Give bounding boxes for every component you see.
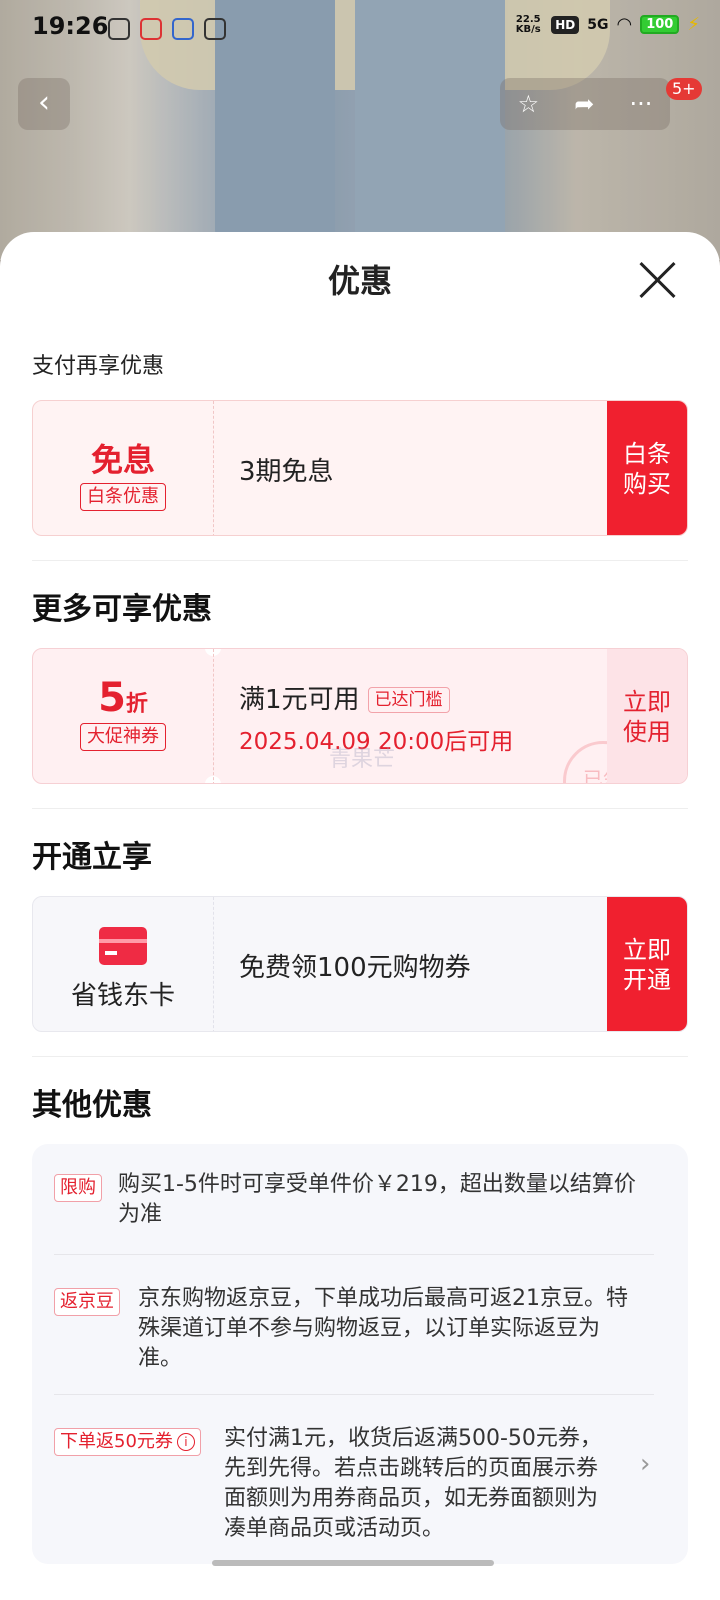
star-icon[interactable]: ☆ [518, 90, 540, 118]
open-section-heading: 开通立享 [32, 840, 152, 875]
discount-unit: 折 [125, 692, 148, 717]
installment-text: 3期免息 [239, 456, 334, 487]
divider [32, 1056, 688, 1057]
coupon-return-tag: 下单返50元券 i [54, 1428, 201, 1456]
back-button[interactable]: ‹ [18, 78, 70, 130]
close-button[interactable] [638, 260, 678, 300]
item-divider [54, 1394, 654, 1395]
savings-card-name: 省钱东卡 [70, 981, 175, 1011]
use-now-button[interactable]: 立即 使用 [607, 649, 687, 783]
divider [32, 560, 688, 561]
discount-value: 5折 [33, 675, 213, 721]
coupon-tag: 大促神券 [80, 723, 166, 751]
limit-text: 购买1-5件时可享受单件价￥219，超出数量以结算价为准 [118, 1172, 636, 1227]
status-bar: 19:26 22.5 KB/s HD 5G ◠ 100 ⚡ [0, 0, 720, 56]
network-speed: 22.5 KB/s [515, 13, 541, 35]
savings-mid: 免费领100元购物券 [239, 897, 471, 1031]
share-icon[interactable]: ➦ [574, 90, 594, 118]
list-item[interactable]: 下单返50元券 i 实付满1元，收货后返满500-50元券，先到先得。若点击跳转后… [54, 1424, 654, 1544]
baitiao-buy-button[interactable]: 白条 购买 [607, 401, 687, 535]
watermark: 青果芒 [329, 747, 396, 772]
other-section-heading: 其他优惠 [32, 1088, 152, 1123]
hd-icon: HD [551, 15, 580, 34]
open-now-button[interactable]: 立即 开通 [607, 897, 687, 1031]
home-indicator[interactable] [212, 1560, 494, 1566]
jingdou-tag: 返京豆 [54, 1288, 120, 1316]
discount-sheet: 优惠 支付再享优惠 免息 白条优惠 3期免息 白条 购买 更多可享优惠 5折 大… [0, 232, 720, 1600]
status-time: 19:26 [32, 12, 109, 40]
more-button[interactable]: ··· [630, 90, 653, 118]
wechat-icon [108, 18, 130, 40]
coupon-condition-text: 满1元可用 [239, 684, 360, 715]
link-icon [204, 18, 226, 40]
coupon-return-text: 实付满1元，收货后返满500-50元券，先到先得。若点击跳转后的页面展示券面额则… [224, 1426, 602, 1541]
savings-offer: 免费领100元购物券 [239, 952, 471, 983]
message-badge: 5+ [666, 78, 702, 100]
baitiao-buy-label: 白条 购买 [623, 440, 671, 498]
baitiao-mid: 3期免息 [239, 401, 334, 535]
chevron-left-icon: ‹ [38, 85, 50, 120]
battery-icon: 100 [640, 15, 680, 34]
coupon-left: 5折 大促神券 [33, 649, 214, 783]
notification-icons [108, 18, 226, 40]
more-section-heading: 更多可享优惠 [32, 592, 212, 627]
baitiao-tag: 白条优惠 [80, 483, 166, 511]
signal-5g-icon: 5G [587, 16, 609, 33]
app-icon [172, 18, 194, 40]
savings-left: 省钱东卡 [33, 897, 214, 1031]
limit-tag: 限购 [54, 1174, 102, 1202]
top-actions: ☆ ➦ ··· [500, 78, 670, 130]
item-divider [54, 1254, 654, 1255]
info-icon[interactable]: i [176, 1433, 195, 1451]
credit-card-icon [99, 927, 147, 965]
pay-section-label: 支付再享优惠 [32, 354, 165, 379]
jingdou-text: 京东购物返京豆，下单成功后最高可返21京豆。特殊渠道订单不参与购物返豆，以订单实… [138, 1286, 628, 1371]
baitiao-left: 免息 白条优惠 [33, 401, 214, 535]
wifi-icon: ◠ [616, 14, 633, 35]
threshold-met-tag: 已达门槛 [367, 687, 450, 713]
discount-number: 5 [98, 675, 126, 721]
taobao-icon [140, 18, 162, 40]
savings-card[interactable]: 省钱东卡 免费领100元购物券 立即 开通 [32, 896, 688, 1032]
status-right: 22.5 KB/s HD 5G ◠ 100 ⚡ [513, 14, 700, 35]
list-item: 限购 购买1-5件时可享受单件价￥219，超出数量以结算价为准 [54, 1170, 654, 1230]
charging-icon: ⚡ [687, 14, 700, 35]
other-offers-box: 限购 购买1-5件时可享受单件价￥219，超出数量以结算价为准 返京豆 京东购物… [32, 1144, 688, 1564]
free-interest-title: 免息 [90, 441, 155, 479]
list-item: 返京豆 京东购物返京豆，下单成功后最高可返21京豆。特殊渠道订单不参与购物返豆，… [54, 1284, 654, 1374]
chevron-right-icon[interactable]: › [640, 1449, 650, 1479]
use-now-label: 立即 使用 [623, 688, 671, 746]
coupon-condition: 满1元可用 已达门槛 [239, 679, 513, 716]
open-now-label: 立即 开通 [623, 936, 671, 994]
coupon-return-tag-label: 下单返50元券 [60, 1431, 173, 1452]
sheet-title: 优惠 [327, 262, 392, 300]
coupon-card[interactable]: 5折 大促神券 满1元可用 已达门槛 2025.04.09 20:00后可用 青果… [32, 648, 688, 784]
divider [32, 808, 688, 809]
baitiao-card[interactable]: 免息 白条优惠 3期免息 白条 购买 [32, 400, 688, 536]
